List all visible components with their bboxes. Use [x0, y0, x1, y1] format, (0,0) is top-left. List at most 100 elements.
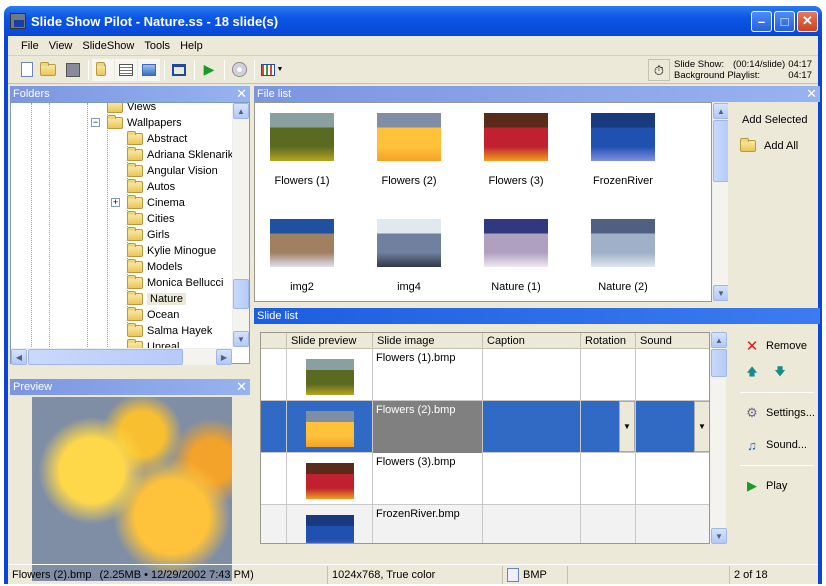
folder-item[interactable]: Salma Hayek — [127, 323, 212, 339]
close-file-list-icon[interactable]: ✕ — [806, 86, 817, 102]
add-selected-label: Add Selected — [742, 114, 808, 126]
column-caption[interactable]: Caption — [483, 333, 581, 349]
new-button[interactable] — [16, 59, 38, 81]
folders-vscrollbar[interactable]: ▲ ▼ — [232, 103, 249, 347]
slide-image-cell[interactable]: Flowers (2).bmp — [373, 401, 483, 453]
sound-cell[interactable] — [636, 505, 709, 543]
file-thumbnail[interactable]: Nature (2) — [578, 219, 668, 293]
scroll-right-button[interactable]: ▶ — [216, 349, 232, 365]
sound-cell[interactable]: ▼ — [636, 401, 709, 453]
menu-help[interactable]: Help — [175, 40, 208, 52]
column-slide-image[interactable]: Slide image — [373, 333, 483, 349]
column-slide-preview[interactable]: Slide preview — [287, 333, 373, 349]
slide-list-vscrollbar[interactable]: ▲ ▼ — [710, 332, 727, 544]
folders-hscrollbar[interactable]: ◀ ▶ — [11, 348, 232, 365]
open-button[interactable] — [39, 59, 61, 81]
save-button[interactable] — [62, 59, 84, 81]
dropdown-arrow-icon[interactable]: ▼ — [694, 401, 709, 452]
scroll-up-button[interactable]: ▲ — [713, 103, 729, 119]
close-folders-icon[interactable]: ✕ — [236, 86, 247, 102]
folder-item[interactable]: Angular Vision — [127, 163, 218, 179]
file-thumbnail[interactable]: img2 — [257, 219, 347, 293]
scroll-down-button[interactable]: ▼ — [711, 528, 727, 544]
scroll-thumb-h[interactable] — [28, 349, 183, 365]
scroll-thumb[interactable] — [711, 349, 727, 377]
file-list-vscrollbar[interactable]: ▲ ▼ — [712, 103, 729, 301]
column-sound[interactable]: Sound — [636, 333, 709, 349]
folder-item[interactable]: Ocean — [127, 307, 179, 323]
status-details: (2.25MB • 12/29/2002 7:43 PM) — [99, 568, 254, 581]
folder-item[interactable]: Girls — [127, 227, 170, 243]
file-thumbnail[interactable]: Flowers (3) — [471, 113, 561, 187]
details-view-button[interactable] — [115, 58, 137, 81]
add-selected-button[interactable]: Add Selected — [728, 102, 818, 126]
folder-icon — [107, 103, 123, 113]
fullscreen-button[interactable] — [168, 59, 190, 81]
menu-file[interactable]: File — [16, 40, 44, 52]
slide-row[interactable]: Flowers (1).bmp — [261, 349, 709, 401]
folder-item[interactable]: Abstract — [127, 131, 187, 147]
collapse-icon[interactable]: − — [91, 118, 100, 127]
sound-cell[interactable] — [636, 453, 709, 505]
rotation-cell[interactable] — [581, 453, 636, 505]
scroll-thumb[interactable] — [233, 279, 249, 309]
slide-image-cell[interactable]: Flowers (3).bmp — [373, 453, 483, 505]
minimize-button[interactable]: – — [751, 10, 772, 32]
caption-cell[interactable] — [483, 349, 581, 401]
caption-cell[interactable] — [483, 505, 581, 543]
scroll-down-button[interactable]: ▼ — [713, 285, 729, 301]
folder-item[interactable]: Cities — [127, 211, 175, 227]
slide-image-cell[interactable]: Flowers (1).bmp — [373, 349, 483, 401]
column-rotation[interactable]: Rotation — [581, 333, 636, 349]
move-up-icon[interactable]: 🡅 — [744, 363, 760, 382]
preview-view-button[interactable] — [138, 58, 160, 81]
folders-view-button[interactable] — [92, 58, 114, 81]
play-button[interactable]: ▶ — [198, 59, 220, 81]
menu-tools[interactable]: Tools — [139, 40, 175, 52]
scroll-down-button[interactable]: ▼ — [233, 331, 249, 347]
settings-button[interactable]: ⚙ Settings... — [734, 403, 820, 423]
scroll-thumb[interactable] — [713, 120, 729, 182]
folder-item[interactable]: Views — [107, 103, 156, 115]
menu-slideshow[interactable]: SlideShow — [77, 40, 139, 52]
slide-row[interactable]: FrozenRiver.bmp — [261, 505, 709, 543]
file-thumbnail[interactable]: Flowers (2) — [364, 113, 454, 187]
folder-item[interactable]: Wallpapers — [107, 115, 182, 131]
remove-button[interactable]: ✕ Remove — [734, 336, 820, 356]
play-slideshow-button[interactable]: ▶ Play — [734, 476, 820, 496]
slide-row[interactable]: Flowers (3).bmp — [261, 453, 709, 505]
caption-cell[interactable] — [483, 453, 581, 505]
move-down-icon[interactable]: 🡇 — [772, 363, 788, 382]
folder-item[interactable]: Kylie Minogue — [127, 243, 216, 259]
folder-item[interactable]: Autos — [127, 179, 175, 195]
scroll-up-button[interactable]: ▲ — [233, 103, 249, 119]
file-thumbnail[interactable]: img4 — [364, 219, 454, 293]
rotation-cell[interactable]: ▼ — [581, 401, 636, 453]
folder-item[interactable]: Nature — [127, 291, 187, 307]
maximize-button[interactable]: □ — [774, 10, 795, 32]
slide-row[interactable]: Flowers (2).bmp ▼ ▼ — [261, 401, 709, 453]
view-mode-button[interactable]: ▼ — [258, 59, 286, 81]
scroll-left-button[interactable]: ◀ — [11, 349, 27, 365]
sound-cell[interactable] — [636, 349, 709, 401]
dropdown-arrow-icon[interactable]: ▼ — [619, 401, 635, 452]
file-thumbnail[interactable]: FrozenRiver — [578, 113, 668, 187]
caption-cell[interactable] — [483, 401, 581, 453]
scroll-up-button[interactable]: ▲ — [711, 332, 727, 348]
folder-item[interactable]: Monica Bellucci — [127, 275, 223, 291]
add-all-button[interactable]: Add All — [728, 126, 818, 152]
rotation-cell[interactable] — [581, 349, 636, 401]
sound-button[interactable]: ♫ Sound... — [734, 435, 820, 455]
close-button[interactable]: ✕ — [797, 10, 818, 32]
folder-item[interactable]: Cinema — [127, 195, 185, 211]
folder-item[interactable]: Models — [127, 259, 182, 275]
file-thumbnail[interactable]: Flowers (1) — [257, 113, 347, 187]
menu-view[interactable]: View — [44, 40, 78, 52]
expand-icon[interactable]: + — [111, 198, 120, 207]
slide-image-cell[interactable]: FrozenRiver.bmp — [373, 505, 483, 543]
close-preview-icon[interactable]: ✕ — [236, 379, 247, 395]
folder-item[interactable]: Adriana Sklenarik — [127, 147, 233, 163]
rotation-cell[interactable] — [581, 505, 636, 543]
burn-cd-button[interactable] — [228, 59, 250, 81]
file-thumbnail[interactable]: Nature (1) — [471, 219, 561, 293]
